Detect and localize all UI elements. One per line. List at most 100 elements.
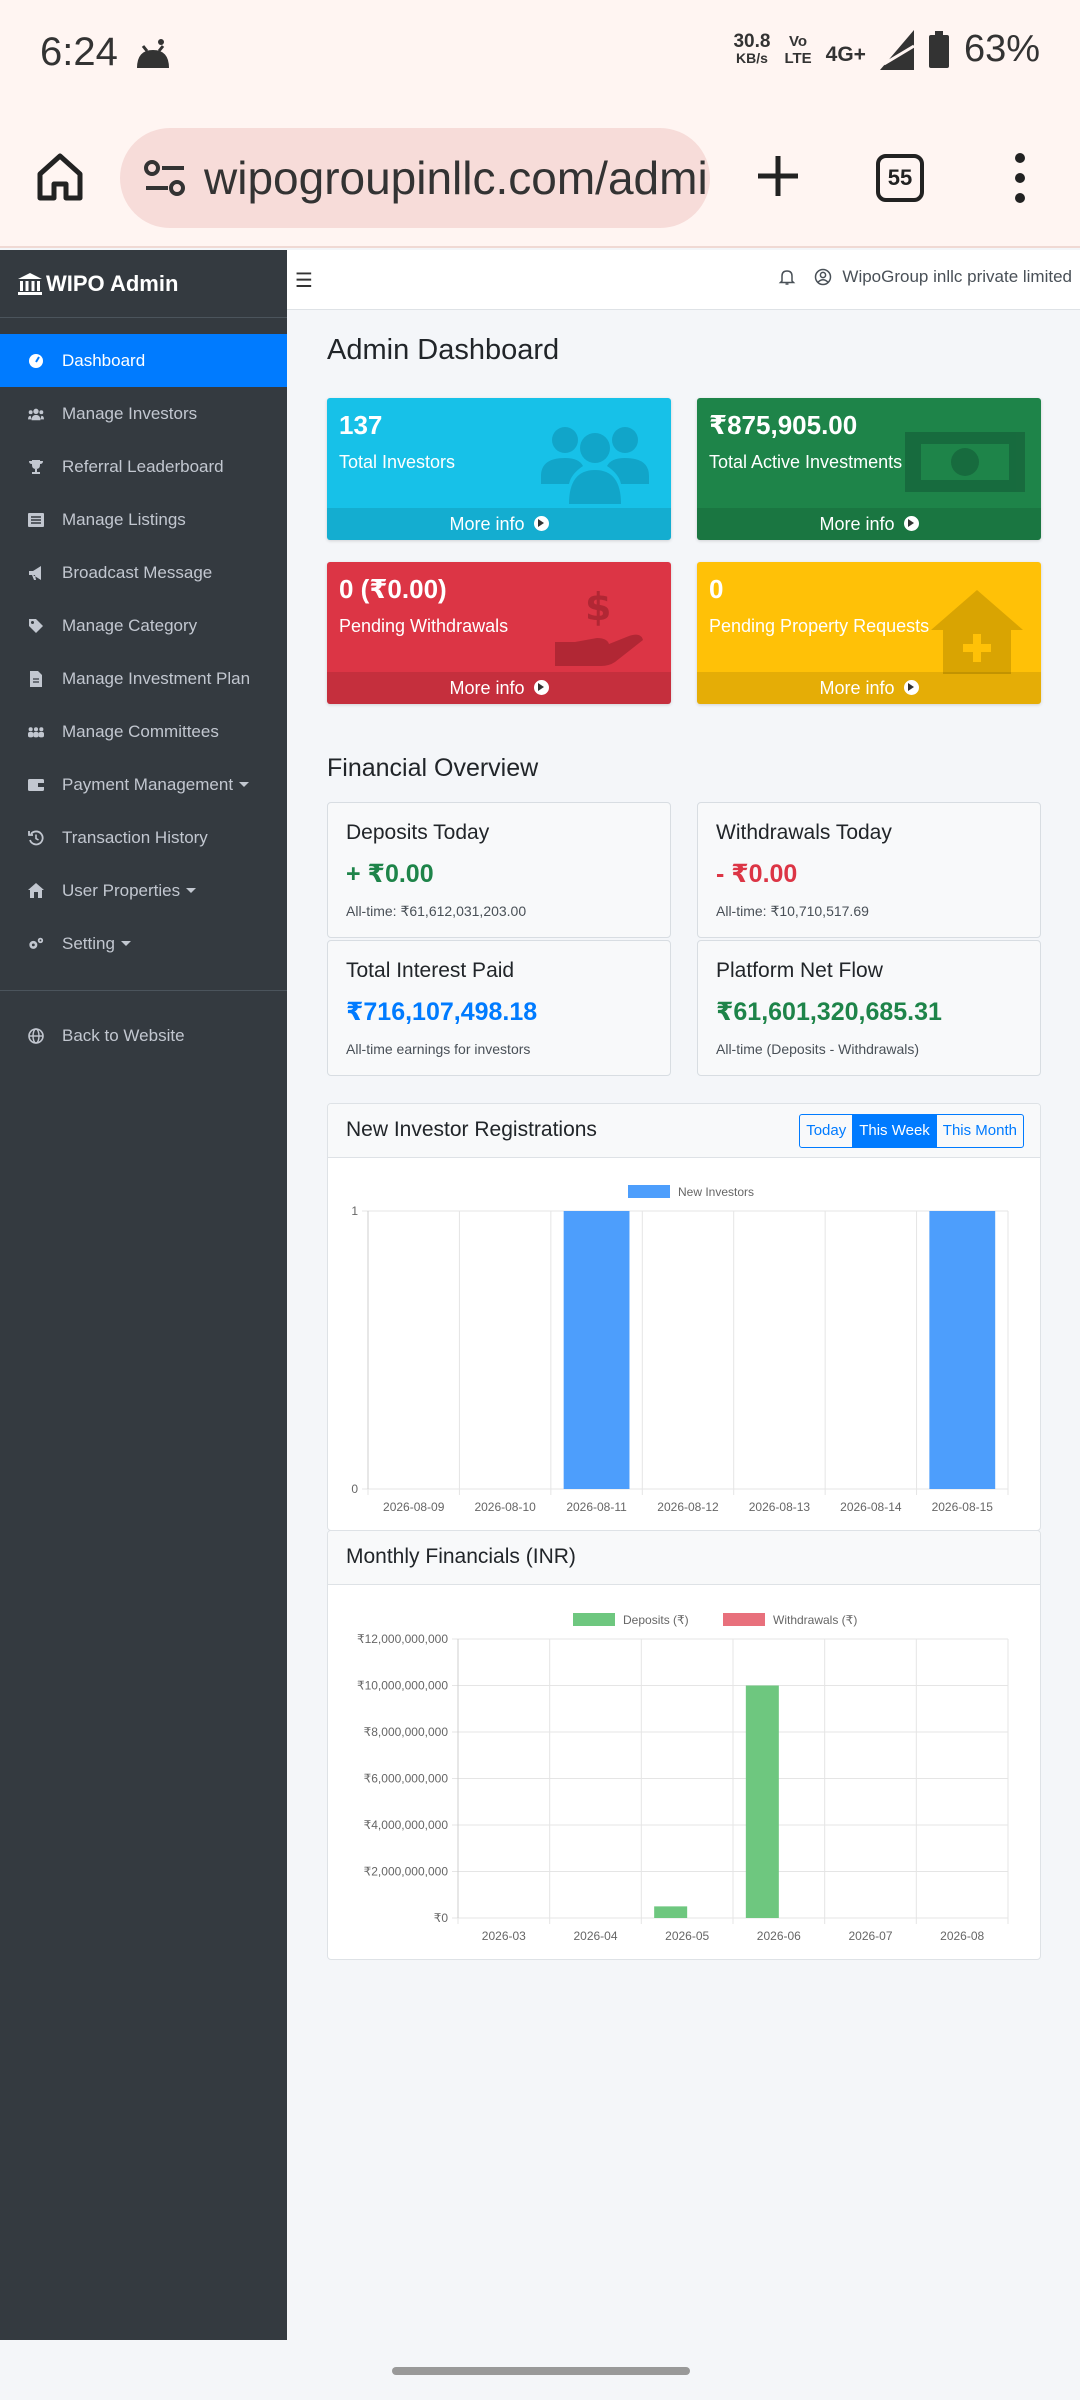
- net-speed-unit: KB/s: [735, 49, 768, 66]
- x-tick-label: 2026-08-10: [474, 1500, 536, 1514]
- sidebar-item-payment-management[interactable]: Payment Management: [0, 758, 287, 811]
- net-speed-value: 30.8: [733, 30, 771, 52]
- card-value: ₹716,107,498.18: [346, 998, 538, 1026]
- signal-icon: [879, 29, 914, 70]
- card-title: Total Interest Paid: [346, 959, 515, 982]
- sidebar-item-user-properties[interactable]: User Properties: [0, 864, 287, 917]
- x-tick-label: 2026-06: [757, 1929, 801, 1943]
- sidebar-item-manage-listings[interactable]: Manage Listings: [0, 493, 287, 546]
- financial-overview-title: Financial Overview: [327, 754, 539, 782]
- gesture-nav-bar[interactable]: [392, 2367, 690, 2375]
- battery-icon: [928, 30, 949, 68]
- sidebar-item-label: Manage Investment Plan: [62, 668, 251, 688]
- url-text: wipogroupinllc.com/admin/dashboard: [204, 152, 710, 204]
- card-title: Deposits Today: [346, 821, 490, 844]
- sidebar-item-label: Broadcast Message: [62, 562, 213, 582]
- sidebar-item-label: Manage Committees: [62, 721, 219, 741]
- users-icon: [541, 427, 649, 504]
- filter-today-button[interactable]: Today: [800, 1115, 852, 1147]
- monthly-financials-card: Monthly Financials (INR) Deposits (₹) Wit…: [327, 1530, 1041, 1960]
- y-tick-label: 1: [351, 1204, 358, 1218]
- tags-icon: [28, 618, 44, 634]
- trophy-icon: [28, 459, 44, 475]
- legend-label: New Investors: [678, 1185, 754, 1199]
- x-tick-label: 2026-08-12: [657, 1500, 719, 1514]
- stat-label: Pending Withdrawals: [339, 616, 509, 636]
- status-time: 6:24: [40, 30, 118, 74]
- legend-label: Deposits (₹): [623, 1613, 689, 1627]
- more-info-label: More info: [449, 514, 525, 534]
- card-title: Withdrawals Today: [716, 821, 892, 844]
- users-icon: [28, 406, 44, 422]
- home-icon[interactable]: [30, 146, 90, 206]
- more-menu-icon[interactable]: [1010, 150, 1030, 206]
- more-info-label: More info: [819, 514, 895, 534]
- stat-label: Total Active Investments: [709, 452, 903, 472]
- y-tick-label: ₹6,000,000,000: [364, 1772, 449, 1786]
- sidebar-item-back-to-website[interactable]: Back to Website: [0, 1009, 287, 1062]
- user-circle-icon[interactable]: [814, 268, 832, 286]
- sidebar-item-label: Referral Leaderboard: [62, 456, 224, 476]
- user-name[interactable]: WipoGroup inllc private limited: [842, 267, 1072, 287]
- status-bar: 6:24 30.8 KB/s Vo LTE 4G+ 63%: [0, 0, 1080, 110]
- bar: [654, 1906, 688, 1918]
- registrations-card: New Investor Registrations Today This We…: [327, 1103, 1041, 1531]
- chevron-down-icon: [239, 782, 250, 787]
- globe-icon: [28, 1027, 44, 1044]
- arrow-circle-right-icon: [903, 680, 919, 695]
- address-bar[interactable]: wipogroupinllc.com/admin/dashboard: [120, 128, 710, 228]
- card-header: New Investor Registrations Today This We…: [328, 1104, 1040, 1158]
- history-icon: [28, 830, 44, 846]
- bell-icon[interactable]: [778, 268, 796, 286]
- sidebar-item-manage-category[interactable]: Manage Category: [0, 599, 287, 652]
- group-icon: [28, 724, 44, 740]
- filter-this-month-button[interactable]: This Month: [935, 1115, 1023, 1147]
- x-tick-label: 2026-04: [573, 1929, 617, 1943]
- card-header: Monthly Financials (INR): [328, 1531, 1040, 1585]
- sidebar-item-referral-leaderboard[interactable]: Referral Leaderboard: [0, 440, 287, 493]
- x-tick-label: 2026-03: [482, 1929, 526, 1943]
- sidebar-item-manage-investors[interactable]: Manage Investors: [0, 387, 287, 440]
- volte-label-bottom: LTE: [784, 49, 812, 67]
- more-info-label: More info: [449, 678, 525, 698]
- legend-swatch: [573, 1613, 615, 1626]
- bar: [563, 1211, 630, 1489]
- android-robot-icon: [137, 39, 169, 68]
- brand-link[interactable]: WIPO Admin: [0, 250, 287, 318]
- legend-swatch: [723, 1613, 765, 1626]
- hamburger-menu-icon[interactable]: ☰: [295, 268, 313, 293]
- sidebar-item-dashboard[interactable]: Dashboard: [0, 334, 287, 387]
- sidebar-item-broadcast-message[interactable]: Broadcast Message: [0, 546, 287, 599]
- svg-text:$: $: [585, 586, 611, 629]
- more-info-link[interactable]: More info: [327, 672, 671, 704]
- filter-this-week-button[interactable]: This Week: [852, 1115, 936, 1147]
- stat-box-total-active-investments: ₹875,905.00 Total Active Investments Mor…: [697, 398, 1041, 540]
- y-tick-label: ₹4,000,000,000: [364, 1818, 449, 1832]
- more-info-link[interactable]: More info: [697, 672, 1041, 704]
- card-subtext: All-time: ₹61,612,031,203.00: [346, 903, 527, 919]
- sidebar-item-label: Transaction History: [62, 827, 208, 847]
- sidebar-item-manage-committees[interactable]: Manage Committees: [0, 705, 287, 758]
- volte-label-top: Vo: [789, 32, 808, 50]
- x-tick-label: 2026-08-14: [840, 1500, 902, 1514]
- sidebar-item-label: Manage Category: [62, 615, 198, 635]
- sidebar-item-setting[interactable]: Setting: [0, 917, 287, 970]
- new-tab-icon[interactable]: [748, 146, 808, 206]
- registrations-chart: New Investors 0 1 2026-08-09 2026-08-10 2026-…: [351, 1185, 1009, 1514]
- more-info-link[interactable]: More info: [697, 508, 1041, 540]
- x-tick-label: 2026-07: [848, 1929, 892, 1943]
- y-tick-label: ₹0: [434, 1911, 449, 1925]
- sidebar-item-manage-investment-plan[interactable]: Manage Investment Plan: [0, 652, 287, 705]
- sidebar-item-label: Setting: [62, 933, 115, 953]
- sidebar-item-label: Manage Listings: [62, 509, 186, 529]
- gears-icon: [28, 936, 44, 952]
- legend-swatch: [628, 1185, 670, 1198]
- more-info-link[interactable]: More info: [327, 508, 671, 540]
- bar: [929, 1211, 996, 1489]
- sidebar-item-transaction-history[interactable]: Transaction History: [0, 811, 287, 864]
- tab-switcher-button[interactable]: 55: [876, 154, 924, 202]
- monthly-financials-chart: Deposits (₹) Withdrawals (₹) ₹0 ₹2,000,000,…: [357, 1613, 1009, 1943]
- y-tick-label: 0: [351, 1482, 358, 1496]
- main-content: Admin Dashboard 137 Total Investors More…: [287, 310, 1080, 2340]
- site-settings-icon[interactable]: [142, 155, 188, 201]
